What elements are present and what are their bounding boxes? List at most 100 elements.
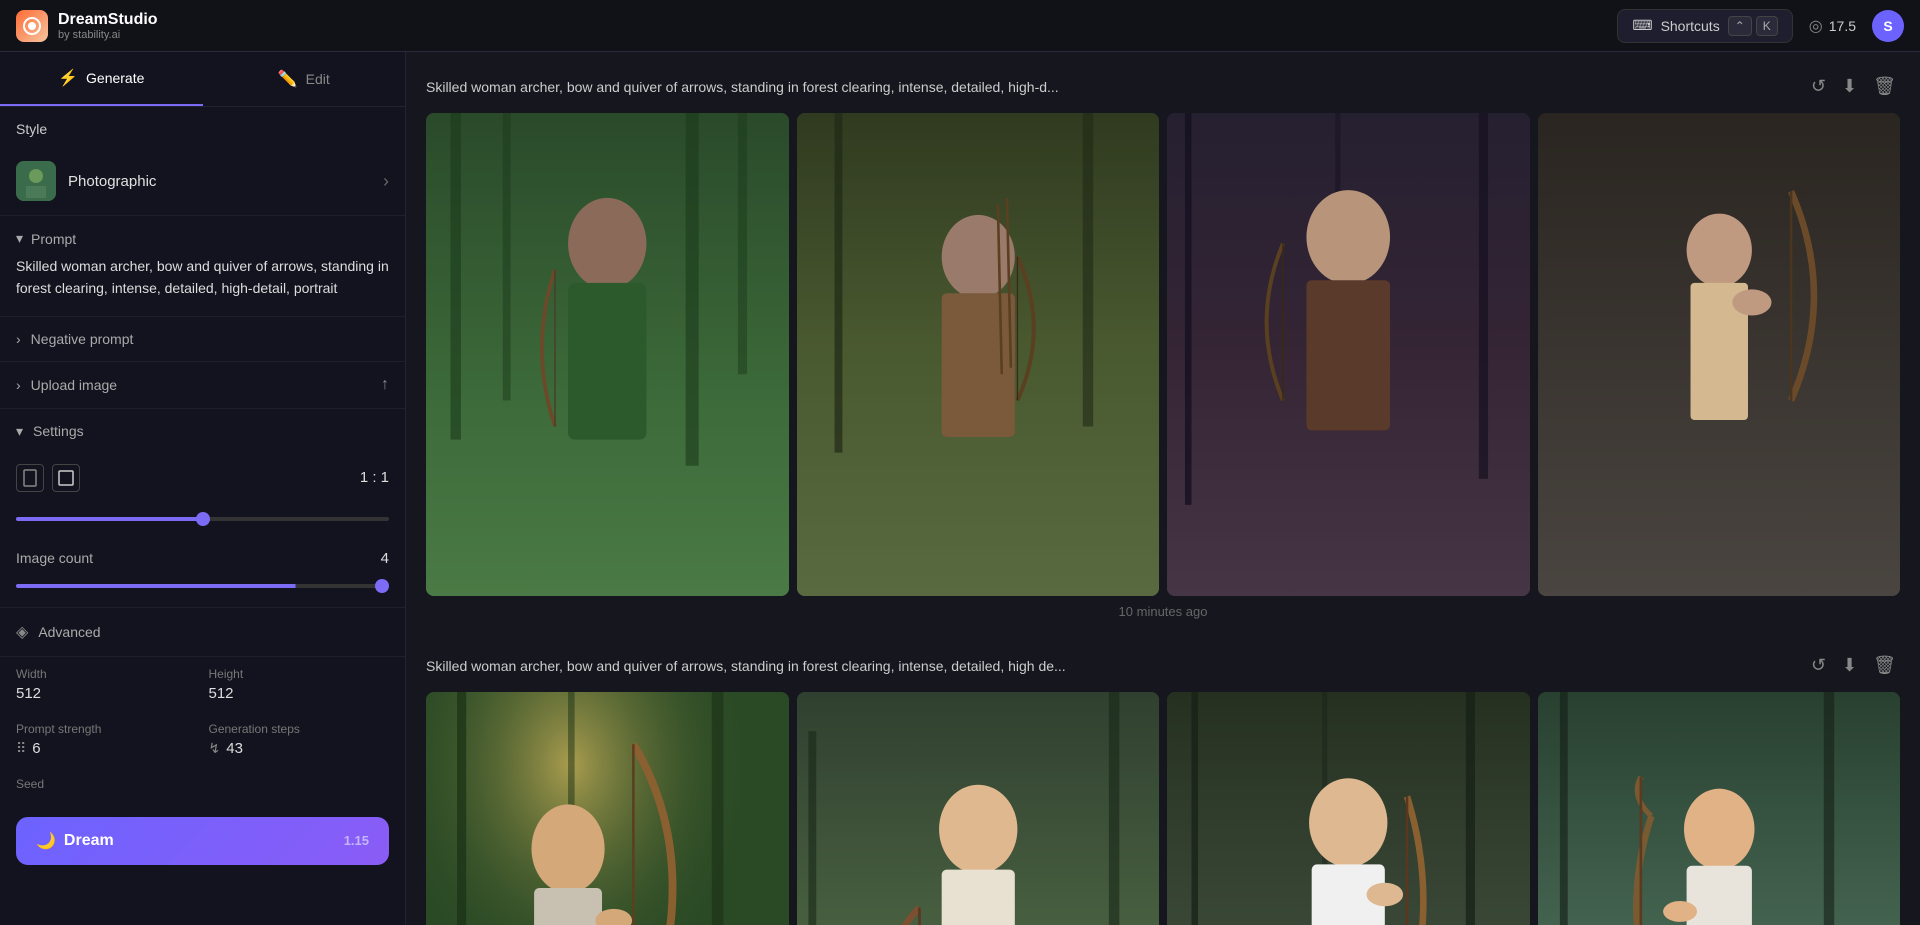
aspect-ratio-slider[interactable]	[16, 517, 389, 521]
dimensions-row: Width 512 Height 512	[0, 657, 405, 712]
batch-2-redo-button[interactable]: ↺	[1807, 651, 1830, 680]
batch-1: Skilled woman archer, bow and quiver of …	[426, 72, 1900, 619]
image-count-slider[interactable]	[16, 584, 389, 588]
image-card[interactable]	[1167, 692, 1530, 925]
height-label: Height	[209, 667, 390, 681]
image-card[interactable]	[426, 692, 789, 925]
chevron-down-icon: ▾	[16, 230, 23, 247]
dream-button[interactable]: 🌙 Dream 1.15	[16, 817, 389, 865]
params-row: Prompt strength ⠿ 6 Generation steps ↯ 4…	[0, 712, 405, 767]
style-label: Style	[16, 121, 47, 137]
aspect-ratio-row: 1 : 1	[0, 454, 405, 502]
app-logo-icon	[16, 10, 48, 42]
style-thumbnail	[16, 161, 56, 201]
sidebar: ⚡ Generate ✏️ Edit Style	[0, 52, 406, 925]
main-layout: ⚡ Generate ✏️ Edit Style	[0, 52, 1920, 925]
batch-2-delete-button[interactable]: 🗑	[1869, 651, 1900, 680]
dream-moon-icon: 🌙	[36, 831, 56, 851]
image-count-value: 4	[381, 550, 389, 567]
image-count-slider-row	[0, 571, 405, 607]
batch-1-timestamp: 10 minutes ago	[426, 604, 1900, 619]
settings-label: Settings	[33, 423, 84, 439]
width-label: Width	[16, 667, 197, 681]
dream-version: 1.15	[344, 833, 369, 848]
batch-2: Skilled woman archer, bow and quiver of …	[426, 651, 1900, 925]
user-avatar[interactable]: S	[1872, 10, 1904, 42]
app-logo-area: DreamStudio by stability.ai	[16, 10, 158, 42]
batch-2-actions: ↺ ⬇ 🗑	[1807, 651, 1900, 680]
batch-1-download-button[interactable]: ⬇	[1838, 72, 1861, 101]
keyboard-icon: ⌨	[1632, 17, 1652, 34]
tab-generate[interactable]: ⚡ Generate	[0, 52, 203, 106]
style-section-header: Style	[0, 107, 405, 151]
style-section: Style Photographic ›	[0, 107, 405, 216]
image-card[interactable]	[797, 113, 1160, 596]
image-count-row: Image count 4	[0, 540, 405, 571]
chevron-down-settings-icon: ▾	[16, 423, 23, 440]
tab-edit[interactable]: ✏️ Edit	[203, 52, 406, 106]
upload-icon: ↑	[381, 376, 389, 394]
chevron-right-neg-icon: ›	[16, 331, 21, 347]
steps-icon: ↯	[209, 740, 221, 757]
batch-1-prompt: Skilled woman archer, bow and quiver of …	[426, 79, 1795, 95]
batch-2-images	[426, 692, 1900, 925]
shortcuts-button[interactable]: ⌨ Shortcuts ⌃ K	[1617, 9, 1792, 43]
chevron-right-icon: ›	[383, 171, 389, 192]
app-name: DreamStudio	[58, 11, 158, 29]
credits-icon: ◎	[1809, 16, 1823, 36]
style-name: Photographic	[68, 173, 156, 190]
style-selector[interactable]: Photographic ›	[0, 151, 405, 215]
negative-prompt-label: Negative prompt	[31, 331, 134, 347]
image-card[interactable]	[1538, 692, 1901, 925]
batch-1-actions: ↺ ⬇ 🗑	[1807, 72, 1900, 101]
upload-image-label: Upload image	[31, 377, 117, 393]
image-card[interactable]	[797, 692, 1160, 925]
image-count-label: Image count	[16, 550, 93, 566]
batch-2-prompt: Skilled woman archer, bow and quiver of …	[426, 658, 1795, 674]
generation-steps-field: Generation steps ↯ 43	[209, 722, 390, 757]
aspect-ratio-slider-row	[0, 502, 405, 540]
strength-icon: ⠿	[16, 740, 26, 757]
prompt-strength-label: Prompt strength	[16, 722, 197, 736]
app-subtitle: by stability.ai	[58, 29, 158, 41]
credits-value: 17.5	[1829, 18, 1856, 34]
topbar-right: ⌨ Shortcuts ⌃ K ◎ 17.5 S	[1617, 9, 1904, 43]
edit-tab-icon: ✏️	[278, 69, 298, 89]
prompt-strength-value: 6	[32, 740, 40, 757]
dream-label: Dream	[64, 832, 114, 850]
credits-display: ◎ 17.5	[1809, 16, 1856, 36]
prompt-strength-field: Prompt strength ⠿ 6	[16, 722, 197, 757]
negative-prompt-row[interactable]: › Negative prompt	[0, 317, 405, 362]
key-k: K	[1756, 16, 1778, 36]
settings-header[interactable]: ▾ Settings	[0, 409, 405, 454]
image-card[interactable]	[1538, 113, 1901, 596]
advanced-icon: ◈	[16, 622, 28, 642]
upload-image-row[interactable]: › Upload image ↑	[0, 362, 405, 409]
advanced-section[interactable]: ◈ Advanced	[0, 608, 405, 657]
seed-row: Seed	[0, 767, 405, 805]
batch-1-images	[426, 113, 1900, 596]
prompt-header[interactable]: ▾ Prompt	[0, 216, 405, 255]
aspect-portrait-icon[interactable]	[16, 464, 44, 492]
generation-steps-value: 43	[226, 740, 243, 757]
shortcuts-label: Shortcuts	[1661, 18, 1720, 34]
prompt-label: Prompt	[31, 231, 76, 247]
prompt-text[interactable]: Skilled woman archer, bow and quiver of …	[0, 255, 405, 316]
generation-steps-label: Generation steps	[209, 722, 390, 736]
chevron-right-upload-icon: ›	[16, 377, 21, 393]
batch-1-redo-button[interactable]: ↺	[1807, 72, 1830, 101]
settings-section: ▾ Settings 1 : 1	[0, 409, 405, 608]
key-ctrl: ⌃	[1728, 16, 1752, 36]
batch-1-header: Skilled woman archer, bow and quiver of …	[426, 72, 1900, 101]
shortcut-keys: ⌃ K	[1728, 16, 1778, 36]
batch-1-delete-button[interactable]: 🗑	[1869, 72, 1900, 101]
width-value: 512	[16, 685, 197, 702]
image-card[interactable]	[1167, 113, 1530, 596]
seed-label: Seed	[16, 777, 389, 791]
aspect-square-icon[interactable]	[52, 464, 80, 492]
generate-tab-icon: ⚡	[58, 68, 78, 88]
topbar: DreamStudio by stability.ai ⌨ Shortcuts …	[0, 0, 1920, 52]
aspect-ratio-label: 1 : 1	[360, 469, 389, 486]
image-card[interactable]	[426, 113, 789, 596]
batch-2-download-button[interactable]: ⬇	[1838, 651, 1861, 680]
